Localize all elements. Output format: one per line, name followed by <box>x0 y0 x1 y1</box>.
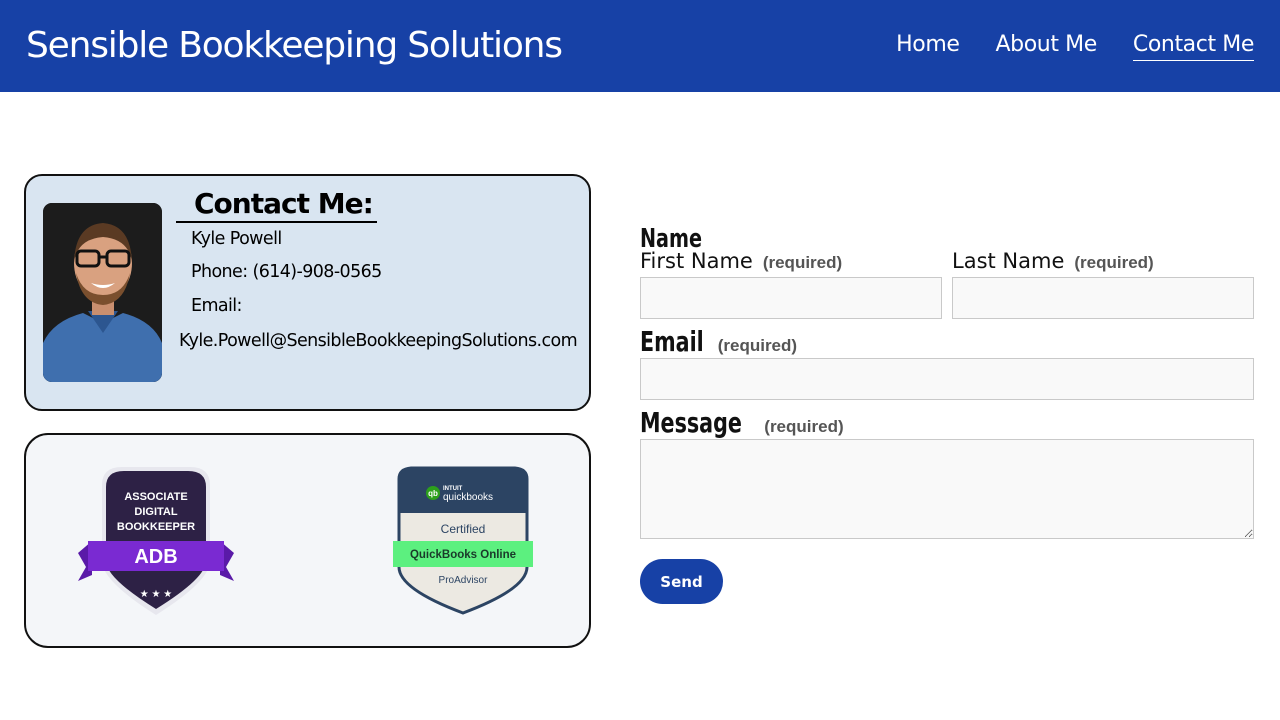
contact-heading: Contact Me: <box>176 187 377 223</box>
last-name-label: Last Name (required) <box>952 249 1154 273</box>
qb-logo-icon: qb <box>428 489 438 498</box>
adb-line1: ASSOCIATE <box>124 491 187 503</box>
qb-product: QuickBooks Online <box>410 549 516 561</box>
adb-badge: ASSOCIATE DIGITAL BOOKKEEPER ADB ★ ★ ★ <box>78 463 234 624</box>
nav-about-me[interactable]: About Me <box>996 30 1098 61</box>
contact-email-label: Email: <box>191 296 242 316</box>
site-title[interactable]: Sensible Bookkeeping Solutions <box>26 20 563 72</box>
nav-contact-me[interactable]: Contact Me <box>1132 30 1254 61</box>
first-name-required: (required) <box>762 253 843 272</box>
message-label: Message (required) <box>640 406 844 439</box>
last-name-input[interactable] <box>952 277 1254 319</box>
adb-line2: DIGITAL <box>134 506 177 518</box>
message-textarea[interactable] <box>640 439 1254 539</box>
adb-line3: BOOKKEEPER <box>117 521 195 533</box>
contact-email: Kyle.Powell@SensibleBookkeepingSolutions… <box>179 331 578 351</box>
first-name-input[interactable] <box>640 277 942 319</box>
send-button[interactable]: Send <box>640 559 723 604</box>
contact-name: Kyle Powell <box>191 229 282 249</box>
profile-photo <box>43 203 162 382</box>
adb-ribbon: ADB <box>134 546 177 568</box>
last-name-label-text: Last Name <box>952 249 1065 273</box>
stars-icon: ★ ★ ★ <box>140 589 172 600</box>
first-name-label: First Name (required) <box>640 249 842 273</box>
first-name-label-text: First Name <box>640 249 753 273</box>
nav-home[interactable]: Home <box>896 30 960 61</box>
quickbooks-badge: qb INTUIT quickbooks Certified QuickBook… <box>393 465 533 622</box>
main-nav: Home About Me Contact Me <box>896 30 1254 61</box>
qb-footer: ProAdvisor <box>439 575 489 586</box>
site-header: Sensible Bookkeeping Solutions Home Abou… <box>0 0 1280 92</box>
qb-certified: Certified <box>441 522 486 536</box>
email-required: (required) <box>717 336 798 355</box>
contact-card: Contact Me: Kyle Powell Phone: (614)-908… <box>24 174 591 411</box>
email-input[interactable] <box>640 358 1254 400</box>
email-label-text: Email <box>640 325 704 358</box>
qb-brand: quickbooks <box>443 492 493 503</box>
last-name-required: (required) <box>1074 253 1154 272</box>
certification-badges: ASSOCIATE DIGITAL BOOKKEEPER ADB ★ ★ ★ q… <box>24 433 591 648</box>
email-label: Email (required) <box>640 325 797 358</box>
message-label-text: Message <box>640 406 742 439</box>
contact-phone: Phone: (614)-908-0565 <box>191 262 382 282</box>
message-required: (required) <box>764 417 844 436</box>
